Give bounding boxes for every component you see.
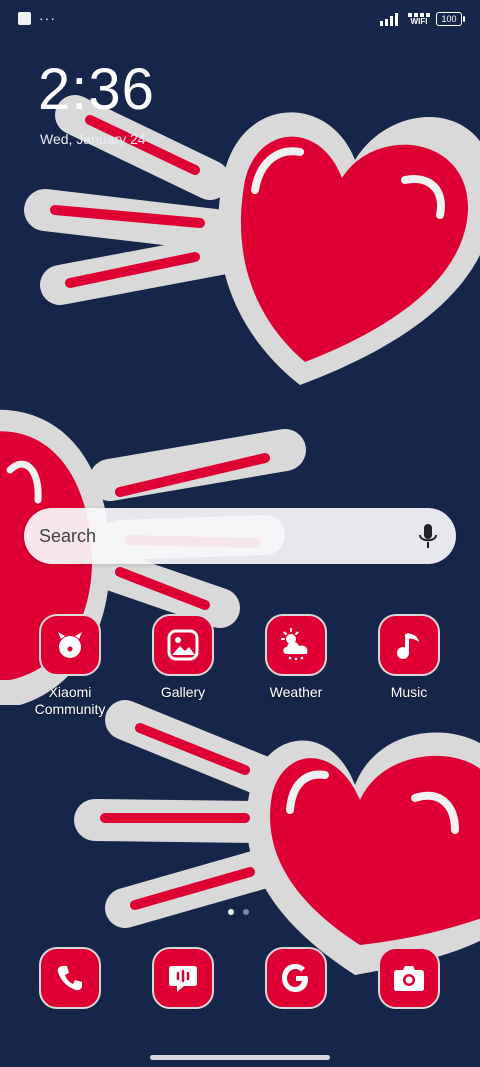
google-icon[interactable]: [265, 947, 327, 1009]
messages-icon[interactable]: [152, 947, 214, 1009]
wifi-label: WIFI: [410, 17, 428, 26]
notification-icon: [18, 12, 31, 25]
wifi-indicator: WIFI: [408, 12, 430, 26]
gallery-icon[interactable]: [152, 614, 214, 676]
page-dot[interactable]: [243, 909, 249, 915]
page-dot-active[interactable]: [228, 909, 234, 915]
app-label: Music: [390, 684, 428, 700]
wallpaper-heart-top: [24, 95, 480, 385]
app-weather[interactable]: Weather: [246, 614, 346, 701]
status-bar: ··· WIFI 100: [0, 0, 480, 40]
status-left: ···: [18, 10, 56, 26]
picture-glyph-icon: [167, 629, 199, 661]
more-notifications-indicator: ···: [39, 10, 56, 26]
dock-camera[interactable]: [359, 947, 459, 1009]
note-glyph-icon: [397, 633, 419, 659]
weather-icon[interactable]: [265, 614, 327, 676]
dock-messages[interactable]: [133, 947, 233, 1009]
xiaomi-community-icon[interactable]: [39, 614, 101, 676]
app-xiaomi-community[interactable]: Xiaomi Community: [20, 614, 120, 718]
home-gesture-bar[interactable]: [150, 1055, 330, 1060]
app-music[interactable]: Music: [359, 614, 459, 701]
app-label: Gallery: [160, 684, 206, 700]
app-label: Xiaomi Community: [34, 684, 106, 717]
dock-phone[interactable]: [20, 947, 120, 1009]
clock-time[interactable]: 2:36: [38, 58, 155, 122]
app-gallery[interactable]: Gallery: [133, 614, 233, 701]
wallpaper-heart-bottom: [74, 700, 480, 975]
status-right: WIFI 100: [380, 12, 465, 26]
camera-glyph-icon: [394, 966, 424, 991]
app-label: Weather: [269, 684, 323, 700]
handset-glyph-icon: [57, 966, 82, 991]
search-bar[interactable]: Search: [24, 508, 456, 564]
chat-bubble-glyph-icon: [169, 966, 197, 992]
rabbit-glyph-icon: [58, 632, 82, 658]
google-g-glyph-icon: [282, 964, 308, 992]
signal-icon: [380, 13, 398, 26]
dock-google[interactable]: [246, 947, 346, 1009]
sun-cloud-glyph-icon: [281, 628, 308, 661]
microphone-icon[interactable]: [416, 522, 440, 550]
page-indicator[interactable]: [228, 909, 249, 915]
camera-icon[interactable]: [378, 947, 440, 1009]
phone-icon[interactable]: [39, 947, 101, 1009]
music-icon[interactable]: [378, 614, 440, 676]
battery-icon: 100: [436, 12, 465, 26]
clock-date[interactable]: Wed, January 24: [40, 131, 146, 147]
search-placeholder: Search: [39, 526, 97, 546]
